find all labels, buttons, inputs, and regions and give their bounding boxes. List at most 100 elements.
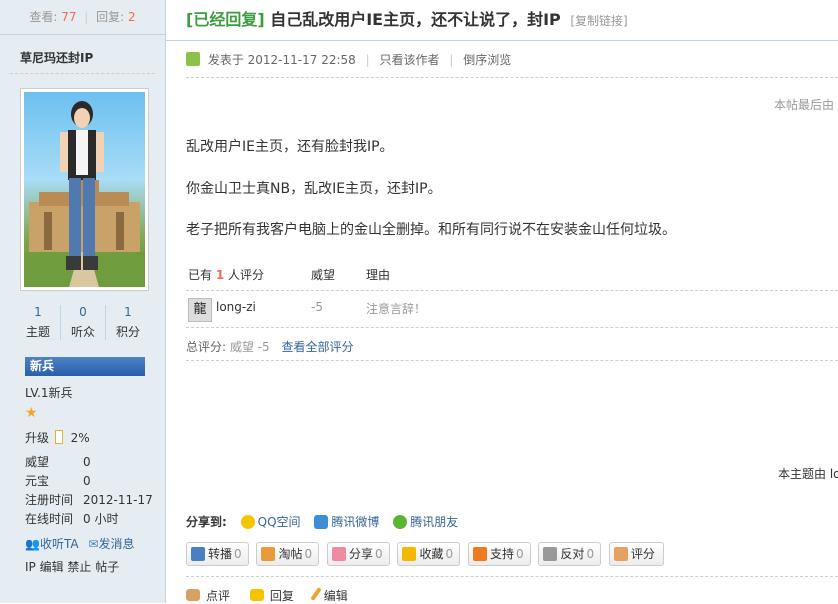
field-value: 0 (83, 455, 91, 469)
comment-action[interactable]: 点评 (186, 589, 230, 603)
share-tencent-weibo[interactable]: 腾讯微博 (314, 515, 379, 529)
rater-avatar[interactable]: 龍 (188, 298, 212, 322)
post-date: 发表于 2012-11-17 22:58 (208, 53, 356, 67)
share-tencent-friends[interactable]: 腾讯朋友 (393, 515, 458, 529)
star-icon: ★ (25, 405, 38, 421)
upgrade-label: 升级 (25, 431, 49, 445)
rating-header: 已有 1 人评分 (188, 266, 264, 283)
upgrade-progress-bar (55, 430, 63, 444)
field-online-time: 在线时间0 小时 (25, 510, 118, 527)
view-all-ratings-link[interactable]: 查看全部评分 (281, 340, 353, 354)
reverse-order-link[interactable]: 倒序浏览 (463, 53, 511, 67)
envelope-icon: ✉ (88, 537, 98, 551)
message-link[interactable]: ✉发消息 (88, 537, 134, 551)
last-edit-note: 本帖最后由 (774, 96, 834, 113)
rating-total-value: 威望 -5 (230, 340, 270, 354)
divider (186, 360, 838, 361)
rating-col-reason: 理由 (366, 266, 390, 283)
qzone-icon (241, 515, 255, 529)
post-actions: 点评 回复 编辑 (186, 587, 364, 604)
thread-title-bar: [已经回复] 自己乱改用户IE主页，还不让说了，封IP [复制链接] (166, 0, 838, 41)
rating-total: 总评分: 威望 -5 查看全部评分 (186, 338, 354, 355)
count-label: 听众 (61, 323, 105, 340)
count-value[interactable]: 1 (106, 305, 150, 319)
post-meta: 发表于 2012-11-17 22:58 | 只看该作者 | 倒序浏览 (186, 51, 511, 68)
count-value[interactable]: 0 (61, 305, 105, 319)
views-count: 77 (61, 10, 76, 24)
repost-icon (191, 547, 205, 561)
post-paragraph: 老子把所有我客户电脑上的金山全删掉。和所有同行说不在安装金山任何垃圾。 (186, 219, 676, 239)
meta-divider: | (366, 53, 370, 67)
share-bar: 分享到: QQ空间 腾讯微博 腾讯朋友 (186, 513, 458, 530)
rater-name[interactable]: long-zi (216, 300, 256, 314)
clover-icon (393, 515, 407, 529)
count-label: 主题 (16, 323, 60, 340)
rating-col-weiwang: 威望 (311, 266, 335, 283)
thread-status-note: 本主题由 lo (778, 465, 838, 482)
admin-links[interactable]: IP 编辑 禁止 帖子 (25, 558, 119, 575)
field-yuanbao: 元宝0 (25, 472, 91, 489)
online-user-icon (186, 52, 200, 66)
rater-weiwang: -5 (311, 300, 323, 314)
rater-reason: 注意言辞！ (366, 300, 426, 317)
field-value: 0 (83, 474, 91, 488)
divider (186, 327, 838, 328)
avatar-figure-image (24, 92, 145, 287)
upgrade-row: 升级 2% (25, 429, 90, 446)
post-main: [已经回复] 自己乱改用户IE主页，还不让说了，封IP [复制链接] 发表于 2… (166, 0, 838, 603)
rating-count: 1 (216, 268, 224, 282)
collect-button[interactable]: 淘帖0 (256, 542, 319, 566)
meta-divider: | (449, 53, 453, 67)
share-qzone[interactable]: QQ空间 (241, 515, 301, 529)
field-value: 0 小时 (83, 512, 118, 526)
rate-button[interactable]: 评分 (609, 542, 664, 566)
share-button[interactable]: 分享0 (327, 542, 390, 566)
user-actions: 👥收听TA ✉发消息 (25, 535, 134, 552)
thumb-down-icon (543, 547, 557, 561)
field-key: 元宝 (25, 472, 83, 489)
user-level: LV.1新兵 (25, 384, 72, 401)
follow-link[interactable]: 👥收听TA (25, 537, 82, 551)
share-label: 分享到: (186, 515, 227, 529)
upgrade-percent: 2% (71, 431, 90, 445)
field-value: 2012-11-17 (83, 493, 153, 507)
support-button[interactable]: 支持0 (468, 542, 531, 566)
copy-link-button[interactable]: [复制链接] (570, 14, 627, 28)
oppose-button[interactable]: 反对0 (538, 542, 601, 566)
reply-action[interactable]: 回复 (250, 589, 294, 603)
username[interactable]: 草尼玛还封IP (10, 35, 155, 74)
count-listeners[interactable]: 0 听众 (61, 305, 106, 340)
count-value[interactable]: 1 (16, 305, 60, 319)
edit-action[interactable]: 编辑 (314, 589, 348, 603)
divider (186, 77, 838, 78)
field-weiwang: 威望0 (25, 453, 91, 470)
star-icon (402, 547, 416, 561)
pencil-icon (310, 587, 321, 601)
repost-button[interactable]: 转播0 (186, 542, 249, 566)
comment-icon (186, 589, 200, 601)
field-key: 注册时间 (25, 491, 83, 508)
post-paragraph: 乱改用户IE主页，还有脸封我IP。 (186, 136, 394, 156)
divider (186, 290, 838, 291)
user-avatar[interactable] (20, 88, 149, 291)
replies-label: 回复: (96, 10, 124, 24)
favorite-button[interactable]: 收藏0 (397, 542, 460, 566)
rate-hand-icon (614, 547, 628, 561)
replied-tag[interactable]: [已经回复] (186, 10, 265, 29)
field-key: 在线时间 (25, 510, 83, 527)
thumb-up-icon (473, 547, 487, 561)
only-author-link[interactable]: 只看该作者 (379, 53, 439, 67)
count-topics[interactable]: 1 主题 (16, 305, 61, 340)
rating-suffix: 人评分 (228, 268, 264, 282)
count-points[interactable]: 1 积分 (106, 305, 150, 340)
count-label: 积分 (106, 323, 150, 340)
heart-icon (332, 547, 346, 561)
user-counts: 1 主题 0 听众 1 积分 (16, 305, 150, 340)
post-button-bar: 转播0 淘帖0 分享0 收藏0 支持0 反对0 评分 (186, 542, 668, 566)
views-label: 查看: (29, 10, 57, 24)
thread-title: 自己乱改用户IE主页，还不让说了，封IP (270, 10, 561, 29)
divider (186, 576, 838, 577)
stats-divider: | (84, 10, 88, 24)
replies-count: 2 (128, 10, 136, 24)
post-paragraph: 你金山卫士真NB，乱改IE主页，还封IP。 (186, 178, 442, 198)
